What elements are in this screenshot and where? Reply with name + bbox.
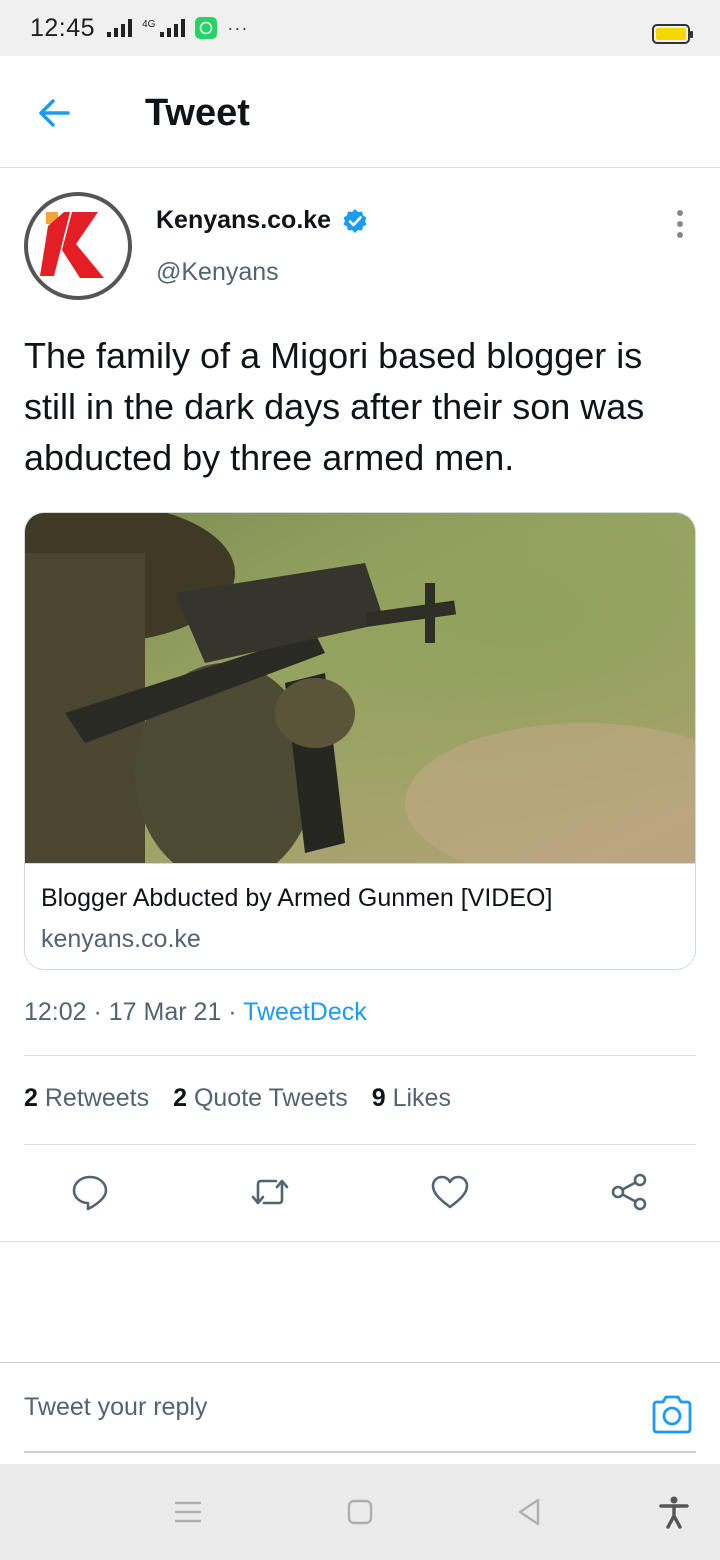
card-image: [25, 513, 695, 863]
system-nav-bar: [0, 1464, 720, 1560]
accessibility-icon[interactable]: [656, 1494, 692, 1530]
status-time: 12:45: [30, 13, 96, 42]
retweets-label: Retweets: [44, 1084, 150, 1112]
camera-icon[interactable]: [650, 1393, 694, 1435]
tweet-source-link[interactable]: TweetDeck: [243, 998, 367, 1026]
more-dot-icon: [677, 221, 683, 227]
home-icon[interactable]: [342, 1494, 378, 1530]
verified-badge-icon: [343, 209, 367, 233]
tweet-meta: 12:02 · 17 Mar 21 · TweetDeck: [24, 998, 367, 1027]
tweet-date: 17 Mar 21: [108, 998, 222, 1026]
reply-underline: [24, 1451, 696, 1453]
menu-icon[interactable]: [170, 1494, 206, 1530]
status-icons: 4G ···: [107, 17, 248, 39]
back-nav-icon[interactable]: [512, 1494, 548, 1530]
arrow-left-icon: [39, 99, 70, 127]
reply-input[interactable]: Tweet your reply: [24, 1393, 207, 1422]
top-app-bar: Tweet: [0, 56, 720, 168]
whatsapp-icon: [195, 17, 218, 39]
retweets-stat[interactable]: 2 Retweets: [24, 1084, 149, 1113]
link-card[interactable]: Blogger Abducted by Armed Gunmen [VIDEO]…: [24, 512, 696, 970]
tweet-text: The family of a Migori based blogger is …: [24, 335, 645, 478]
kenyans-logo-icon: [40, 212, 104, 278]
status-bar: 12:45 4G ···: [0, 0, 720, 56]
card-domain: kenyans.co.ke: [41, 925, 201, 953]
retweet-icon[interactable]: [250, 1172, 290, 1212]
card-title: Blogger Abducted by Armed Gunmen [VIDEO]: [41, 884, 553, 912]
share-icon[interactable]: [609, 1172, 649, 1212]
tweet-actions: [0, 1146, 720, 1242]
quotes-count: 2: [173, 1084, 187, 1112]
network-label: 4G: [142, 19, 156, 30]
author-handle[interactable]: @Kenyans: [156, 258, 279, 287]
quote-tweets-stat[interactable]: 2 Quote Tweets: [173, 1084, 348, 1113]
battery-icon: [652, 24, 693, 44]
divider: [24, 1055, 696, 1056]
more-dot-icon: [677, 210, 683, 216]
more-dot-icon: [677, 232, 683, 238]
more-notifications-icon: ···: [227, 17, 249, 38]
page-title: Tweet: [145, 92, 250, 134]
reply-icon[interactable]: [70, 1172, 110, 1212]
meta-separator: ·: [221, 998, 244, 1026]
retweets-count: 2: [24, 1084, 38, 1112]
back-button[interactable]: [34, 92, 76, 134]
author-name[interactable]: Kenyans.co.ke: [156, 206, 331, 235]
tweet-time: 12:02: [24, 998, 87, 1026]
quotes-label: Quote Tweets: [193, 1084, 348, 1112]
signal-icon: [107, 19, 133, 37]
more-options-button[interactable]: [666, 206, 694, 242]
divider: [24, 1144, 696, 1145]
author-avatar[interactable]: [24, 192, 132, 300]
signal-4g-icon: 4G: [142, 19, 186, 37]
engagement-stats: 2 Retweets 2 Quote Tweets 9 Likes: [24, 1084, 451, 1113]
likes-stat[interactable]: 9 Likes: [372, 1084, 451, 1113]
like-icon[interactable]: [430, 1172, 470, 1212]
meta-separator: ·: [86, 998, 109, 1026]
likes-count: 9: [371, 1084, 386, 1112]
reply-bar: Tweet your reply: [0, 1362, 720, 1464]
card-info: Blogger Abducted by Armed Gunmen [VIDEO]…: [25, 863, 695, 969]
likes-label: Likes: [392, 1084, 451, 1112]
